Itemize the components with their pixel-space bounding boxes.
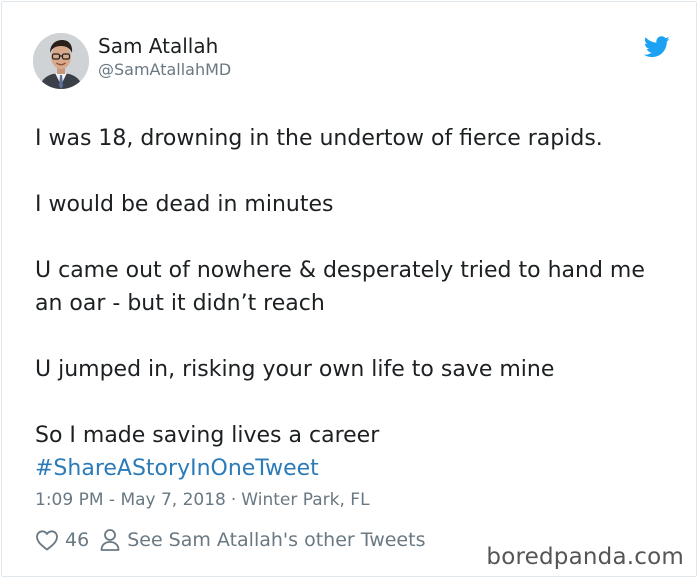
tweet-paragraph: I would be dead in minutes	[35, 192, 334, 217]
tweet-metadata: 1:09 PM - May 7, 2018 · Winter Park, FL	[35, 489, 370, 511]
other-tweets-label: See Sam Atallah's other Tweets	[127, 529, 426, 551]
watermark: boredpanda.com	[486, 544, 684, 570]
heart-icon	[36, 530, 58, 551]
tweet-paragraph: So I made saving lives a career	[35, 423, 380, 448]
tweet-paragraph: U jumped in, risking your own life to sa…	[35, 357, 555, 382]
author-name[interactable]: Sam Atallah	[98, 34, 218, 58]
tweet-paragraph: I was 18, drowning in the undertow of fi…	[35, 126, 603, 151]
hashtag-link[interactable]: #ShareAStoryInOneTweet	[35, 456, 319, 481]
tweet-actions: 46 See Sam Atallah's other Tweets	[35, 527, 425, 553]
like-button[interactable]: 46	[35, 529, 99, 551]
twitter-bird-icon[interactable]	[643, 36, 670, 58]
location-link[interactable]: Winter Park, FL	[241, 490, 369, 510]
twitter-bird-icon-svg	[643, 36, 670, 58]
meta-separator: ·	[230, 490, 237, 510]
tweet-paragraph: U came out of nowhere & desperately trie…	[35, 258, 645, 316]
tweet-card: Sam Atallah @SamAtallahMD I was 18, drow…	[1, 1, 697, 577]
author-handle[interactable]: @SamAtallahMD	[98, 60, 231, 80]
timestamp-link[interactable]: 1:09 PM - May 7, 2018	[35, 490, 226, 510]
tweet-text: I was 18, drowning in the undertow of fi…	[35, 122, 675, 485]
like-count: 46	[65, 529, 90, 551]
person-icon	[100, 529, 120, 551]
other-tweets-link[interactable]: See Sam Atallah's other Tweets	[99, 528, 425, 552]
avatar[interactable]	[33, 33, 89, 89]
avatar-photo	[33, 33, 89, 89]
